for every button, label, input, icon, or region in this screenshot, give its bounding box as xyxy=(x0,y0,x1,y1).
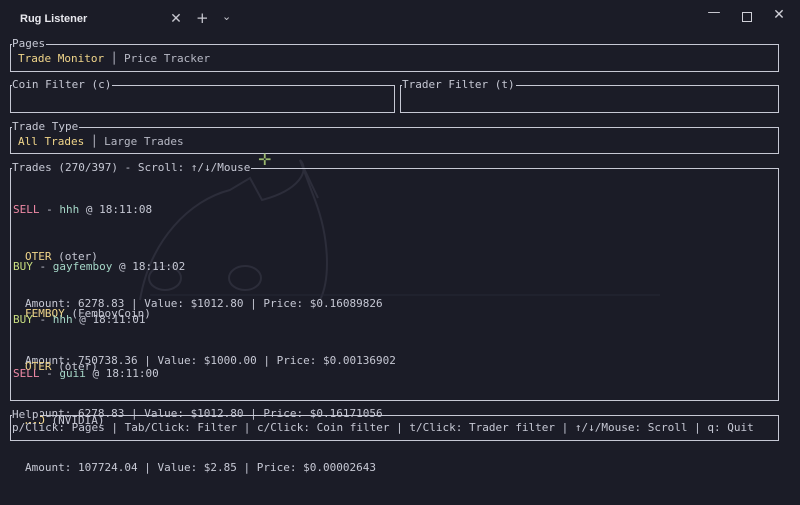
maximize-icon[interactable] xyxy=(735,7,759,27)
help-legend: Help xyxy=(12,408,40,422)
trade-time: 18:11:02 xyxy=(132,260,186,273)
tab-price-tracker[interactable]: Price Tracker xyxy=(124,52,210,65)
terminal-tab[interactable]: Rug Listener ✕ xyxy=(8,6,188,32)
coin-filter-field[interactable]: Coin Filter (c) xyxy=(10,78,395,113)
tab-large-trades[interactable]: Large Trades xyxy=(104,135,183,148)
trader-filter-legend: Trader Filter (t) xyxy=(402,78,516,92)
tab-separator: │ xyxy=(84,135,105,148)
pages-legend: Pages xyxy=(12,37,47,51)
coin-filter-legend: Coin Filter (c) xyxy=(12,78,113,92)
trade-time: 18:11:08 xyxy=(99,203,153,216)
new-tab-icon[interactable]: + xyxy=(196,9,209,27)
trade-side: BUY xyxy=(13,313,33,326)
tab-title: Rug Listener xyxy=(20,13,88,25)
help-panel: Help p/Click: Pages | Tab/Click: Filter … xyxy=(10,408,779,441)
pages-tabs: Trade Monitor │ Price Tracker xyxy=(18,52,210,66)
trader-filter-field[interactable]: Trader Filter (t) xyxy=(400,78,779,113)
trade-trader: guii xyxy=(59,367,86,380)
trade-side: BUY xyxy=(13,260,33,273)
tab-trade-monitor[interactable]: Trade Monitor xyxy=(18,52,104,65)
tab-close-icon[interactable]: ✕ xyxy=(164,11,188,27)
trade-trader: gayfemboy xyxy=(52,260,113,273)
trade-time: 18:11:01 xyxy=(92,313,146,326)
minimize-icon[interactable]: — xyxy=(702,5,726,25)
trades-panel[interactable]: Trades (270/397) - Scroll: ↑/↓/Mouse SEL… xyxy=(10,161,779,474)
tab-dropdown-icon[interactable]: ⌄ xyxy=(222,10,231,23)
trade-trader: hhh xyxy=(59,203,80,216)
trade-side: SELL xyxy=(13,203,40,216)
trade-type-tabs: All Trades │ Large Trades xyxy=(18,135,184,149)
pages-panel: Pages Trade Monitor │ Price Tracker xyxy=(10,37,779,72)
trade-side: SELL xyxy=(13,367,40,380)
close-window-icon[interactable]: ✕ xyxy=(767,7,791,27)
tab-all-trades[interactable]: All Trades xyxy=(18,135,84,148)
trade-amount-line: Amount: 107724.04 | Value: $2.85 | Price… xyxy=(25,461,376,474)
tab-separator: │ xyxy=(104,52,124,65)
trade-trader: hhh xyxy=(52,313,73,326)
trade-time: 18:11:00 xyxy=(105,367,159,380)
mouse-cursor-icon: ✛ xyxy=(258,150,272,169)
trade-type-legend: Trade Type xyxy=(12,120,80,134)
trade-type-panel: Trade Type All Trades │ Large Trades xyxy=(10,120,779,154)
window-title-bar: Rug Listener ✕ + ⌄ — ✕ xyxy=(0,0,800,36)
help-text: p/Click: Pages | Tab/Click: Filter | c/C… xyxy=(12,421,754,434)
